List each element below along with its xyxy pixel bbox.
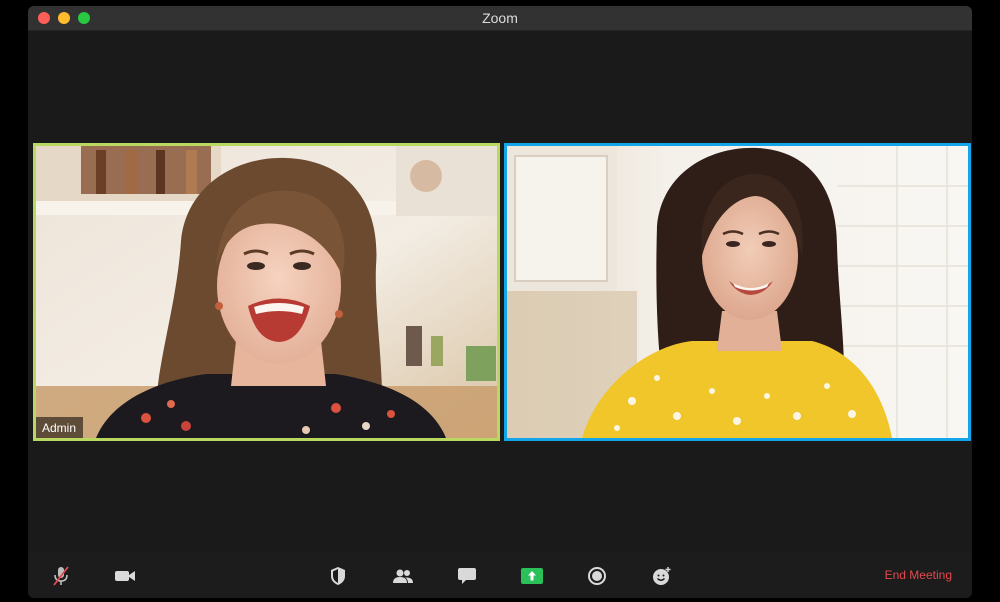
title-bar: Zoom bbox=[28, 6, 972, 31]
participants-icon[interactable] bbox=[390, 563, 416, 589]
video-camera-icon[interactable] bbox=[112, 563, 138, 589]
record-icon[interactable] bbox=[584, 563, 610, 589]
microphone-muted-icon[interactable] bbox=[48, 563, 74, 589]
end-meeting-button[interactable]: End Meeting bbox=[885, 568, 952, 582]
security-shield-icon[interactable] bbox=[325, 563, 351, 589]
window-title: Zoom bbox=[482, 10, 518, 26]
meeting-toolbar: End Meeting bbox=[28, 553, 972, 598]
participant-video-feed bbox=[507, 146, 968, 438]
participant-video-feed bbox=[36, 146, 497, 438]
participant-name-label: Admin bbox=[36, 417, 84, 438]
participant-video-tile-right[interactable] bbox=[504, 143, 971, 441]
participant-video-tile-admin[interactable]: Admin bbox=[33, 143, 500, 441]
zoom-window: Zoom Admin End Meeting bbox=[28, 6, 972, 598]
chat-icon[interactable] bbox=[454, 563, 480, 589]
share-screen-icon[interactable] bbox=[519, 563, 545, 589]
reactions-icon[interactable] bbox=[649, 563, 675, 589]
video-stage: Admin bbox=[28, 31, 972, 553]
